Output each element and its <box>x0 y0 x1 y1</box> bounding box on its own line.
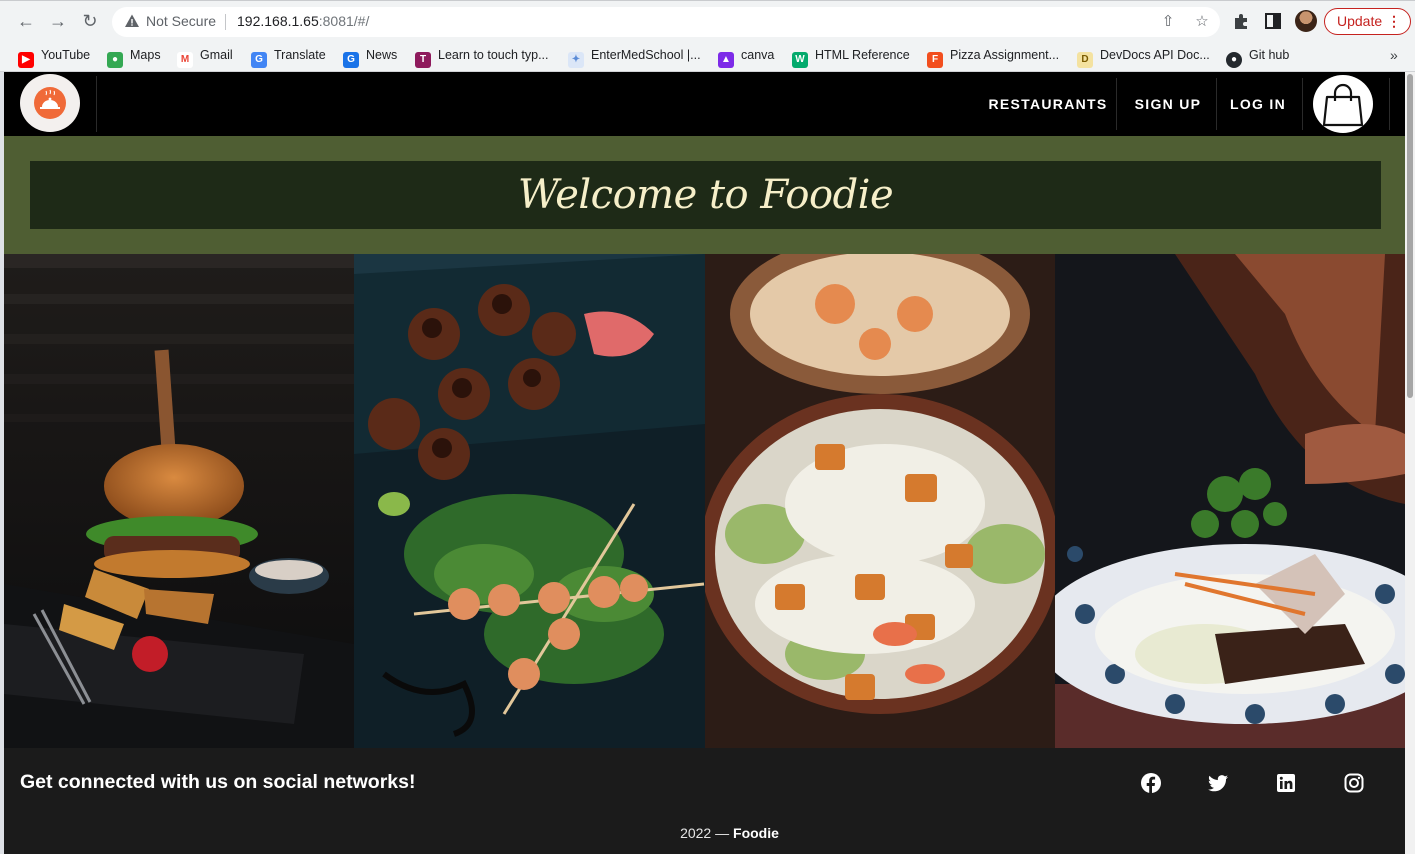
foodie-page: RESTAURANTS SIGN UP LOG IN Welcome to Fo… <box>4 72 1405 854</box>
devdocs-icon: D <box>1077 52 1093 68</box>
bookmark-label: News <box>366 48 398 62</box>
bookmark-news[interactable]: G News <box>343 45 398 68</box>
nav-log-in[interactable]: LOG IN <box>1218 72 1298 136</box>
navbar-divider <box>1216 78 1217 130</box>
bookmark-label: HTML Reference <box>815 48 910 62</box>
typing-icon: T <box>415 52 431 68</box>
cart-button[interactable] <box>1313 75 1373 133</box>
bookmark-label: EnterMedSchool |... <box>591 48 701 62</box>
bookmark-typing[interactable]: T Learn to touch typ... <box>415 45 549 68</box>
warning-icon <box>125 14 139 27</box>
bookmark-label: DevDocs API Doc... <box>1100 48 1210 62</box>
bookmark-entermedschool[interactable]: ✦ EnterMedSchool |... <box>568 45 701 68</box>
bookmark-label: Git hub <box>1249 48 1290 62</box>
url-text[interactable]: 192.168.1.65:8081/#/ <box>237 13 369 29</box>
side-panel-icon[interactable] <box>1262 10 1284 32</box>
profile-avatar[interactable] <box>1295 10 1317 32</box>
bookmark-star-icon[interactable]: ☆ <box>1192 12 1212 32</box>
bookmark-gmail[interactable]: M Gmail <box>177 45 233 68</box>
extensions-icon[interactable] <box>1230 10 1252 32</box>
menu-dots-icon: ⋮ <box>1387 13 1401 29</box>
navbar-divider <box>1389 78 1390 130</box>
entermedschool-icon: ✦ <box>568 52 584 68</box>
navbar-divider <box>1116 78 1117 130</box>
forward-icon[interactable]: → <box>46 9 70 33</box>
bookmark-label: Translate <box>274 48 326 62</box>
skewers-photo <box>354 254 705 748</box>
bookmark-github[interactable]: ● Git hub <box>1226 45 1290 68</box>
address-bar[interactable]: Not Secure 192.168.1.65:8081/#/ ⇧ ☆ <box>112 7 1220 37</box>
bookmark-label: Learn to touch typ... <box>438 48 549 62</box>
browser-toolbar: ← → ↻ Not Secure 192.168.1.65:8081/#/ ⇧ … <box>0 0 1415 40</box>
security-label: Not Secure <box>146 13 217 29</box>
news-icon: G <box>343 52 359 68</box>
hero-banner: Welcome to Foodie <box>30 161 1381 229</box>
w3-icon: W <box>792 52 808 68</box>
update-button[interactable]: Update ⋮ <box>1324 8 1411 35</box>
linkedin-icon[interactable] <box>1275 772 1297 794</box>
site-navbar: RESTAURANTS SIGN UP LOG IN <box>4 72 1405 136</box>
bookmark-html-reference[interactable]: W HTML Reference <box>792 45 910 68</box>
hero-title: Welcome to Foodie <box>517 172 894 218</box>
omnibox-divider <box>225 14 226 30</box>
bookmark-label: canva <box>741 48 775 62</box>
translate-icon: G <box>251 52 267 68</box>
bookmark-pizza[interactable]: F Pizza Assignment... <box>927 45 1060 68</box>
scrollbar-thumb[interactable] <box>1407 74 1413 398</box>
url-path: :8081/#/ <box>318 13 370 29</box>
hero-band: Welcome to Foodie <box>4 136 1405 254</box>
share-icon[interactable]: ⇧ <box>1158 12 1178 32</box>
copyright-brand[interactable]: Foodie <box>733 825 779 841</box>
shopping-bag-icon <box>1322 83 1364 127</box>
gmail-icon: M <box>177 52 193 68</box>
bookmarks-bar: ▶ YouTube ● Maps M Gmail G Translate G News T… <box>0 40 1415 72</box>
social-tagline: Get connected with us on social networks… <box>20 771 416 793</box>
bookmark-youtube[interactable]: ▶ YouTube <box>18 45 91 68</box>
nav-restaurants[interactable]: RESTAURANTS <box>986 72 1110 136</box>
youtube-icon: ▶ <box>18 52 34 68</box>
browser-chrome: ← → ↻ Not Secure 192.168.1.65:8081/#/ ⇧ … <box>0 0 1415 72</box>
bookmark-label: Maps <box>130 48 161 62</box>
update-label: Update <box>1337 13 1383 29</box>
reload-icon[interactable]: ↻ <box>78 9 102 33</box>
nav-sign-up[interactable]: SIGN UP <box>1122 72 1214 136</box>
copyright-year: 2022 — <box>680 825 730 841</box>
instagram-icon[interactable] <box>1343 772 1365 794</box>
url-host: 192.168.1.65 <box>237 13 319 29</box>
twitter-icon[interactable] <box>1207 772 1229 794</box>
back-icon[interactable]: ← <box>14 9 38 33</box>
bookmark-maps[interactable]: ● Maps <box>107 45 161 68</box>
canva-icon: ▲ <box>718 52 734 68</box>
copyright: 2022 — Foodie <box>4 825 1405 841</box>
github-icon: ● <box>1226 52 1242 68</box>
bookmark-label: YouTube <box>41 48 91 62</box>
salad-photo <box>705 254 1055 748</box>
figma-icon: F <box>927 52 943 68</box>
bookmark-label: Gmail <box>200 48 233 62</box>
maps-icon: ● <box>107 52 123 68</box>
fish-plate-photo <box>1055 254 1405 748</box>
bookmark-translate[interactable]: G Translate <box>251 45 326 68</box>
foodie-logo[interactable] <box>20 74 80 132</box>
bookmark-canva[interactable]: ▲ canva <box>718 45 775 68</box>
navbar-divider <box>96 76 97 132</box>
bookmark-devdocs[interactable]: D DevDocs API Doc... <box>1077 45 1210 68</box>
bookmark-label: Pizza Assignment... <box>950 48 1060 62</box>
food-gallery <box>4 254 1405 748</box>
facebook-icon[interactable] <box>1140 772 1162 794</box>
burger-photo <box>4 254 354 748</box>
site-footer: Get connected with us on social networks… <box>4 748 1405 854</box>
bookmarks-overflow-icon[interactable]: » <box>1390 45 1398 65</box>
cloche-icon <box>34 87 66 119</box>
navbar-divider <box>1302 78 1303 130</box>
